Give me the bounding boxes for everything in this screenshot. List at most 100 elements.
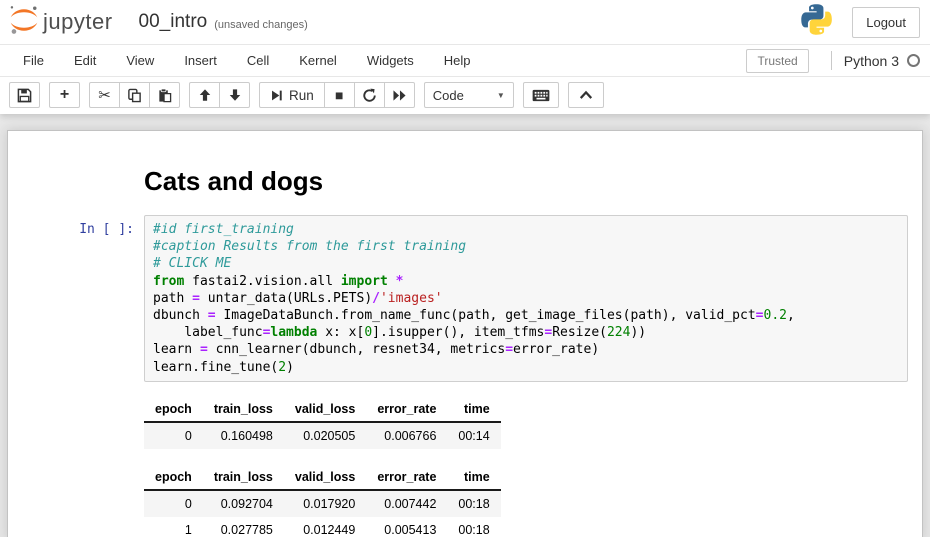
- move-cell-up-button[interactable]: [189, 82, 220, 108]
- notebook-site: Cats and dogs In [ ]: #id first_training…: [0, 114, 930, 537]
- clipboard-icon: [157, 88, 172, 103]
- chevron-up-icon: [579, 90, 593, 100]
- command-palette-button[interactable]: [523, 82, 559, 108]
- table-header-valid_loss: valid_loss: [284, 397, 366, 422]
- table-cell: 00:18: [447, 490, 500, 517]
- code-line: #caption Results from the first training: [153, 238, 899, 255]
- notebook-header: jupyter 00_intro (unsaved changes) Logou…: [0, 0, 930, 114]
- table-row: 00.1604980.0205050.00676600:14: [144, 422, 501, 449]
- table-header-time: time: [447, 397, 500, 422]
- copy-cell-button[interactable]: [119, 82, 150, 108]
- table-header-error_rate: error_rate: [366, 465, 447, 490]
- code-line: # CLICK ME: [153, 255, 899, 272]
- jupyter-logo-text: jupyter: [43, 9, 113, 35]
- arrow-down-icon: [228, 88, 242, 102]
- code-input-area[interactable]: #id first_training#caption Results from …: [144, 215, 908, 382]
- table-cell: 0.160498: [203, 422, 284, 449]
- run-button-label: Run: [289, 88, 314, 103]
- paste-icon-button paste-cell-button[interactable]: [149, 82, 180, 108]
- menu-item-file[interactable]: File: [8, 45, 59, 76]
- step-forward-icon: [270, 89, 283, 102]
- toggle-header-button[interactable]: [568, 82, 604, 108]
- table-cell: 1: [144, 517, 203, 537]
- table-cell: 0.005413: [366, 517, 447, 537]
- section-heading: Cats and dogs: [144, 166, 908, 197]
- menu-divider: [831, 51, 832, 70]
- kernel-name: Python 3: [844, 53, 899, 69]
- code-editor: #id first_training#caption Results from …: [153, 221, 899, 376]
- refresh-icon: [362, 88, 377, 103]
- jupyter-logo[interactable]: jupyter: [8, 3, 113, 42]
- toolbar: + ✂: [0, 77, 930, 114]
- table-cell: 0: [144, 490, 203, 517]
- arrow-up-icon: [198, 88, 212, 102]
- code-line: learn.fine_tune(2): [153, 359, 899, 376]
- python-logo-icon: [801, 4, 832, 40]
- table-row: 00.0927040.0179200.00744200:18: [144, 490, 501, 517]
- table-cell: 0.020505: [284, 422, 366, 449]
- table-header-time: time: [447, 465, 500, 490]
- code-line: label_func=lambda x: x[0].isupper(), ite…: [153, 324, 899, 341]
- cut-cell-button[interactable]: ✂: [89, 82, 120, 108]
- chevron-down-icon: ▼: [497, 91, 505, 100]
- cell-type-select[interactable]: Code ▼: [424, 82, 514, 108]
- menu-item-cell[interactable]: Cell: [232, 45, 284, 76]
- menu-item-edit[interactable]: Edit: [59, 45, 111, 76]
- code-line: dbunch = ImageDataBunch.from_name_func(p…: [153, 307, 899, 324]
- menu-item-widgets[interactable]: Widgets: [352, 45, 429, 76]
- notebook-container: Cats and dogs In [ ]: #id first_training…: [7, 130, 923, 537]
- copy-icon: [127, 88, 142, 103]
- table-cell: 0.007442: [366, 490, 447, 517]
- fast-forward-icon: [392, 89, 407, 102]
- trusted-badge[interactable]: Trusted: [746, 49, 808, 73]
- menu-item-help[interactable]: Help: [429, 45, 486, 76]
- table-header-train_loss: train_loss: [203, 397, 284, 422]
- save-button[interactable]: [9, 82, 40, 108]
- training-results-table: epochtrain_lossvalid_losserror_ratetime0…: [144, 465, 501, 537]
- table-cell: 0: [144, 422, 203, 449]
- table-header-valid_loss: valid_loss: [284, 465, 366, 490]
- insert-cell-below-button[interactable]: +: [49, 82, 80, 108]
- input-prompt: In [ ]:: [8, 215, 144, 382]
- table-header-error_rate: error_rate: [366, 397, 447, 422]
- checkpoint-status: (unsaved changes): [214, 19, 308, 31]
- run-button[interactable]: Run: [259, 82, 325, 108]
- table-cell: 0.092704: [203, 490, 284, 517]
- jupyter-logo-icon: [8, 3, 40, 42]
- table-header-epoch: epoch: [144, 397, 203, 422]
- kernel-idle-icon: [907, 54, 920, 67]
- cell-type-value: Code: [433, 88, 464, 103]
- menu-item-view[interactable]: View: [111, 45, 169, 76]
- table-cell: 0.006766: [366, 422, 447, 449]
- table-cell: 0.012449: [284, 517, 366, 537]
- header-top-row: jupyter 00_intro (unsaved changes) Logou…: [0, 0, 930, 44]
- header-right: Logout: [801, 4, 922, 40]
- code-line: learn = cnn_learner(dbunch, resnet34, me…: [153, 341, 899, 358]
- training-results-table: epochtrain_lossvalid_losserror_ratetime0…: [144, 397, 501, 449]
- restart-kernel-button[interactable]: [354, 82, 385, 108]
- keyboard-icon: [532, 89, 550, 102]
- output-area: epochtrain_lossvalid_losserror_ratetime0…: [144, 387, 922, 537]
- menu-items: FileEditViewInsertCellKernelWidgetsHelp: [8, 45, 486, 76]
- move-cell-down-button[interactable]: [219, 82, 250, 108]
- code-line: from fastai2.vision.all import *: [153, 273, 899, 290]
- code-cell: In [ ]: #id first_training#caption Resul…: [8, 210, 922, 387]
- save-icon: [17, 88, 32, 103]
- logout-button[interactable]: Logout: [852, 7, 920, 38]
- stop-icon: ■: [335, 88, 343, 102]
- markdown-cell[interactable]: Cats and dogs: [8, 151, 922, 210]
- scissors-icon: ✂: [98, 88, 111, 103]
- code-line: path = untar_data(URLs.PETS)/'images': [153, 290, 899, 307]
- interrupt-kernel-button[interactable]: ■: [324, 82, 355, 108]
- menu-item-kernel[interactable]: Kernel: [284, 45, 352, 76]
- code-line: #id first_training: [153, 221, 899, 238]
- notebook-title[interactable]: 00_intro: [139, 11, 208, 33]
- restart-run-all-button[interactable]: [384, 82, 415, 108]
- table-header-train_loss: train_loss: [203, 465, 284, 490]
- table-cell: 0.017920: [284, 490, 366, 517]
- menu-bar: FileEditViewInsertCellKernelWidgetsHelp …: [0, 44, 930, 77]
- table-cell: 0.027785: [203, 517, 284, 537]
- markdown-cell-prompt: [8, 156, 144, 205]
- plus-icon: +: [60, 87, 69, 103]
- menu-item-insert[interactable]: Insert: [169, 45, 232, 76]
